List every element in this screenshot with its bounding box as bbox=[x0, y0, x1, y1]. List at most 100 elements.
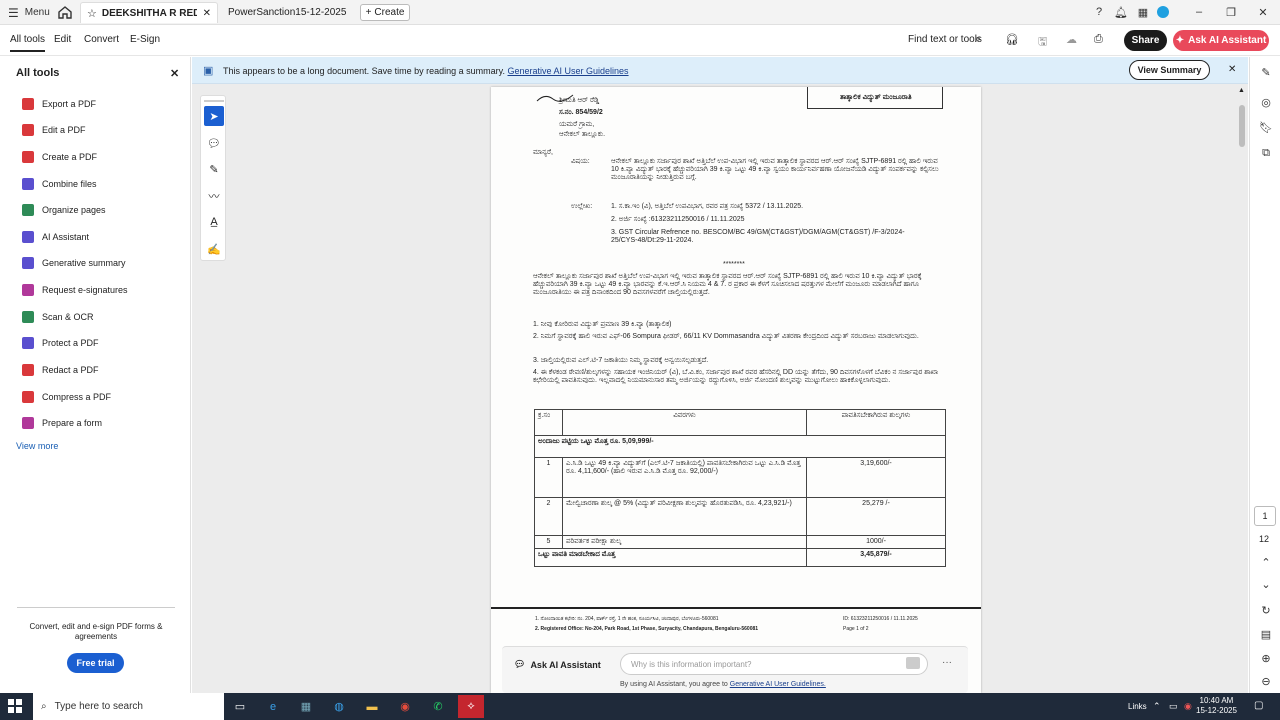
tool-prepare-form[interactable]: Prepare a form bbox=[22, 414, 102, 432]
ai-chat-pane-icon[interactable]: ◎ bbox=[1259, 95, 1273, 109]
zoom-in-icon[interactable]: ⊕ bbox=[1259, 651, 1273, 665]
tool-scan-ocr[interactable]: Scan & OCR bbox=[22, 308, 94, 326]
total-amount-cell: 3,45,879/- bbox=[806, 548, 946, 567]
refresh-icon[interactable]: ↻ bbox=[1259, 603, 1273, 617]
acrobat-icon[interactable]: ⟡ bbox=[458, 695, 484, 718]
share-button[interactable]: Share bbox=[1124, 30, 1167, 51]
fee-table: ಕ್ರ.ಸಂ ವಿವರಗಳು ಪಾವತಿಸಬೇಕಾಗಿರುವ ಶುಲ್ಕಗಳು … bbox=[534, 409, 946, 567]
comment-pane-icon[interactable]: ✎ bbox=[1259, 65, 1273, 79]
tool-label: Redact a PDF bbox=[42, 365, 99, 375]
scan-ocr-icon bbox=[22, 311, 34, 323]
select-cursor-icon[interactable]: ➤ bbox=[204, 106, 224, 126]
task-view-icon[interactable]: ▭ bbox=[230, 697, 250, 716]
notifications-icon[interactable]: ▢ bbox=[1254, 700, 1263, 711]
zoom-out-icon[interactable]: ⊖ bbox=[1259, 674, 1273, 688]
chevron-up-icon[interactable]: ⌃ bbox=[1153, 701, 1161, 712]
more-options-icon[interactable]: ··· bbox=[942, 657, 952, 668]
vertical-scrollbar[interactable]: ▲ bbox=[1236, 87, 1248, 693]
bookmark-icon[interactable]: 🔖︎ bbox=[1259, 120, 1273, 134]
menu-all-tools[interactable]: All tools bbox=[10, 34, 46, 52]
menu-convert[interactable]: Convert bbox=[84, 34, 119, 45]
sign-icon[interactable]: ✍ bbox=[204, 239, 224, 259]
clock[interactable]: 10:40 AM 15-12-2025 bbox=[1196, 696, 1237, 716]
home-icon[interactable] bbox=[56, 4, 74, 21]
profile-avatar[interactable] bbox=[1157, 6, 1169, 18]
close-tab-icon[interactable]: ✕ bbox=[203, 8, 211, 19]
search-icon[interactable]: ⌕ bbox=[975, 33, 981, 46]
bell-icon[interactable]: 🔔︎ bbox=[1114, 5, 1128, 19]
title-bar: ☰ Menu ☆ DEEKSHITHA R REDDY[1... ✕ Power… bbox=[0, 0, 1280, 25]
banner-text: This appears to be a long document. Save… bbox=[223, 66, 505, 76]
tool-compress-pdf[interactable]: Compress a PDF bbox=[22, 388, 111, 406]
edge-icon[interactable]: e bbox=[263, 697, 283, 716]
current-page-input[interactable]: 1 bbox=[1254, 506, 1276, 526]
guidelines-link[interactable]: Generative AI User Guidelines. bbox=[730, 681, 826, 688]
palette-handle[interactable] bbox=[204, 100, 224, 102]
text-select-icon[interactable]: A̲ bbox=[204, 212, 224, 232]
edge-chromium-icon[interactable]: ◍ bbox=[329, 697, 349, 716]
add-comment-icon[interactable]: 💬︎ bbox=[204, 133, 224, 153]
free-trial-button[interactable]: Free trial bbox=[67, 653, 124, 673]
scroll-thumb[interactable] bbox=[1239, 105, 1245, 147]
file-explorer-icon[interactable]: ▬ bbox=[362, 697, 382, 716]
status-icon[interactable]: ◉ bbox=[1184, 701, 1192, 712]
tool-edit-pdf[interactable]: Edit a PDF bbox=[22, 121, 86, 139]
ask-ai-input[interactable]: Why is this information important? bbox=[620, 653, 928, 675]
plus-icon: + bbox=[365, 7, 372, 18]
view-more-link[interactable]: View more bbox=[16, 441, 58, 451]
send-icon[interactable] bbox=[906, 657, 920, 669]
table-cell: 1000/- bbox=[806, 535, 946, 549]
chrome-icon[interactable]: ◉ bbox=[395, 697, 415, 716]
pages-thumbnail-icon[interactable]: ⧉ bbox=[1259, 146, 1273, 160]
menu-esign[interactable]: E-Sign bbox=[130, 34, 160, 45]
tool-ai-assistant[interactable]: AI Assistant bbox=[22, 228, 89, 246]
taskbar-search[interactable]: ⌕ Type here to search bbox=[33, 693, 224, 720]
guidelines-link[interactable]: Generative AI User Guidelines bbox=[508, 66, 629, 76]
chevron-down-icon[interactable]: ⌄ bbox=[1259, 577, 1273, 591]
menu-button[interactable]: ☰ Menu bbox=[8, 4, 50, 21]
document-properties-icon[interactable]: ▤ bbox=[1259, 627, 1273, 641]
ask-ai-assistant-button[interactable]: ✦ Ask AI Assistant bbox=[1173, 30, 1269, 51]
view-summary-button[interactable]: View Summary bbox=[1129, 60, 1210, 80]
taskbar-links[interactable]: Links bbox=[1128, 702, 1147, 711]
tool-protect-pdf[interactable]: Protect a PDF bbox=[22, 334, 99, 352]
highlight-pen-icon[interactable]: ✎ bbox=[204, 159, 224, 179]
close-banner-icon[interactable]: ✕ bbox=[1228, 64, 1236, 75]
tool-organize-pages[interactable]: Organize pages bbox=[22, 201, 106, 219]
save-icon[interactable]: 🖫 bbox=[1038, 33, 1047, 52]
close-panel-icon[interactable]: ✕ bbox=[170, 67, 179, 80]
tab-document-2[interactable]: PowerSanction15-12-2025 10_38... bbox=[222, 2, 354, 23]
draw-freehand-icon[interactable]: 〰 bbox=[204, 186, 224, 206]
star-icon[interactable]: ☆ bbox=[87, 7, 97, 20]
reference-label: ಉಲ್ಲೇಖ: bbox=[571, 203, 593, 210]
tool-redact-pdf[interactable]: Redact a PDF bbox=[22, 361, 99, 379]
table-cell: ಮೇಲ್ವಿಚಾರಣಾ ಶುಲ್ಕ @ 5% (ವಿದ್ಯುತ್ ಪರಿವೀಕ್… bbox=[562, 497, 807, 536]
maximize-icon[interactable]: ❐ bbox=[1224, 5, 1238, 19]
create-button[interactable]: + Create bbox=[360, 4, 410, 21]
chevron-up-icon[interactable]: ⌃ bbox=[1259, 555, 1273, 569]
tab-document-1[interactable]: ☆ DEEKSHITHA R REDDY[1... ✕ bbox=[80, 2, 218, 23]
find-text-label[interactable]: Find text or tools bbox=[908, 34, 982, 45]
tool-export-pdf[interactable]: Export a PDF bbox=[22, 95, 96, 113]
close-window-icon[interactable]: ✕ bbox=[1256, 5, 1270, 19]
table-row: ಅಂದಾಜು ಪಟ್ಟಿಯ ಒಟ್ಟು ಮೊತ್ತ ರೂ. 5,09,999/- bbox=[534, 435, 946, 458]
headphones-icon[interactable]: 🎧︎ bbox=[1005, 33, 1019, 46]
condition-1: 1. ನೀವು ಕೋರಿರುವ ವಿದ್ಯುತ್ ಪ್ರಮಾಣ 39 ಕಿ.ವ್… bbox=[533, 321, 672, 328]
apps-grid-icon[interactable]: ▦ bbox=[1136, 5, 1150, 19]
windows-start-icon[interactable] bbox=[8, 699, 22, 713]
tool-create-pdf[interactable]: Create a PDF bbox=[22, 148, 97, 166]
minimize-icon[interactable]: – bbox=[1192, 5, 1206, 19]
tool-generative-summary[interactable]: Generative summary bbox=[22, 254, 126, 272]
divider bbox=[17, 607, 175, 608]
menu-edit[interactable]: Edit bbox=[54, 34, 71, 45]
calculator-icon[interactable]: ▦ bbox=[296, 697, 316, 716]
whatsapp-icon[interactable]: ✆ bbox=[428, 697, 448, 716]
print-icon[interactable]: ⎙ bbox=[1094, 33, 1103, 46]
upload-cloud-icon[interactable]: ☁ bbox=[1066, 33, 1077, 46]
help-icon[interactable]: ? bbox=[1092, 5, 1106, 19]
tool-label: Combine files bbox=[42, 179, 97, 189]
scroll-up-icon[interactable]: ▲ bbox=[1238, 87, 1245, 94]
tool-request-esignatures[interactable]: Request e-signatures bbox=[22, 281, 128, 299]
network-icon[interactable]: ▭ bbox=[1169, 701, 1178, 712]
tool-combine-files[interactable]: Combine files bbox=[22, 175, 97, 193]
